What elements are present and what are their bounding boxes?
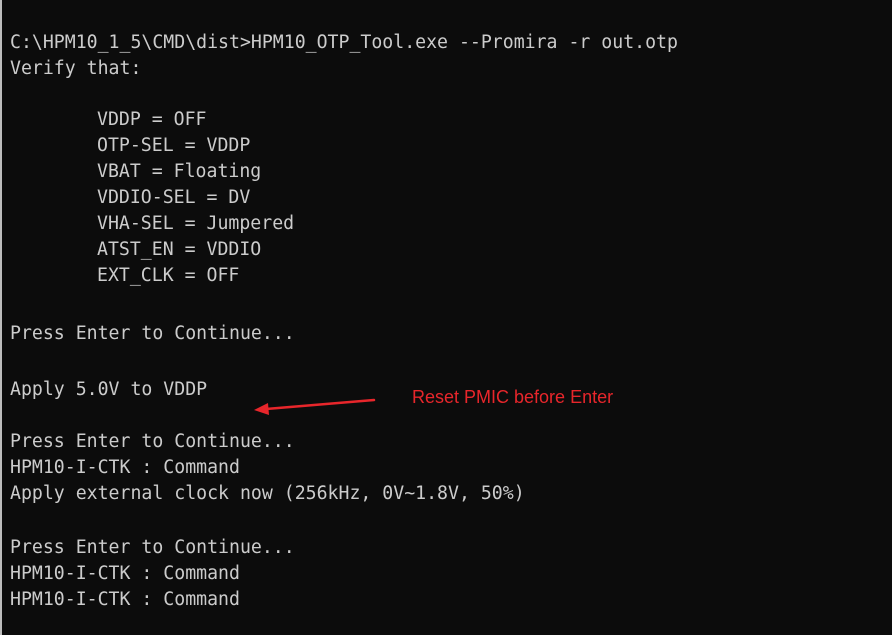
setting-line: EXT_CLK = OFF <box>97 265 240 286</box>
annotation-label: Reset PMIC before Enter <box>412 387 614 407</box>
window-left-border <box>0 0 2 635</box>
continue-prompt: Press Enter to Continue... <box>10 323 295 344</box>
setting-line: OTP-SEL = VDDP <box>97 135 251 156</box>
apply-clock-line: Apply external clock now (256kHz, 0V~1.8… <box>10 483 525 504</box>
continue-prompt: Press Enter to Continue... <box>10 431 295 452</box>
arrow-left-icon <box>254 398 376 415</box>
setting-line: VDDIO-SEL = DV <box>97 187 251 208</box>
setting-line: VDDP = OFF <box>97 109 207 130</box>
status-line: HPM10-I-CTK : Command <box>10 563 240 584</box>
console-window: C:\HPM10_1_5\CMD\dist>HPM10_OTP_Tool.exe… <box>0 0 892 635</box>
command-line: C:\HPM10_1_5\CMD\dist>HPM10_OTP_Tool.exe… <box>10 32 678 53</box>
setting-line: VBAT = Floating <box>97 161 262 182</box>
status-line: HPM10-I-CTK : Command <box>10 589 240 610</box>
setting-line: VHA-SEL = Jumpered <box>97 213 295 234</box>
continue-prompt: Press Enter to Continue... <box>10 537 295 558</box>
setting-line: ATST_EN = VDDIO <box>97 239 262 260</box>
verify-heading: Verify that: <box>10 58 142 79</box>
apply-voltage-line: Apply 5.0V to VDDP <box>10 379 208 400</box>
status-line: HPM10-I-CTK : Command <box>10 457 240 478</box>
